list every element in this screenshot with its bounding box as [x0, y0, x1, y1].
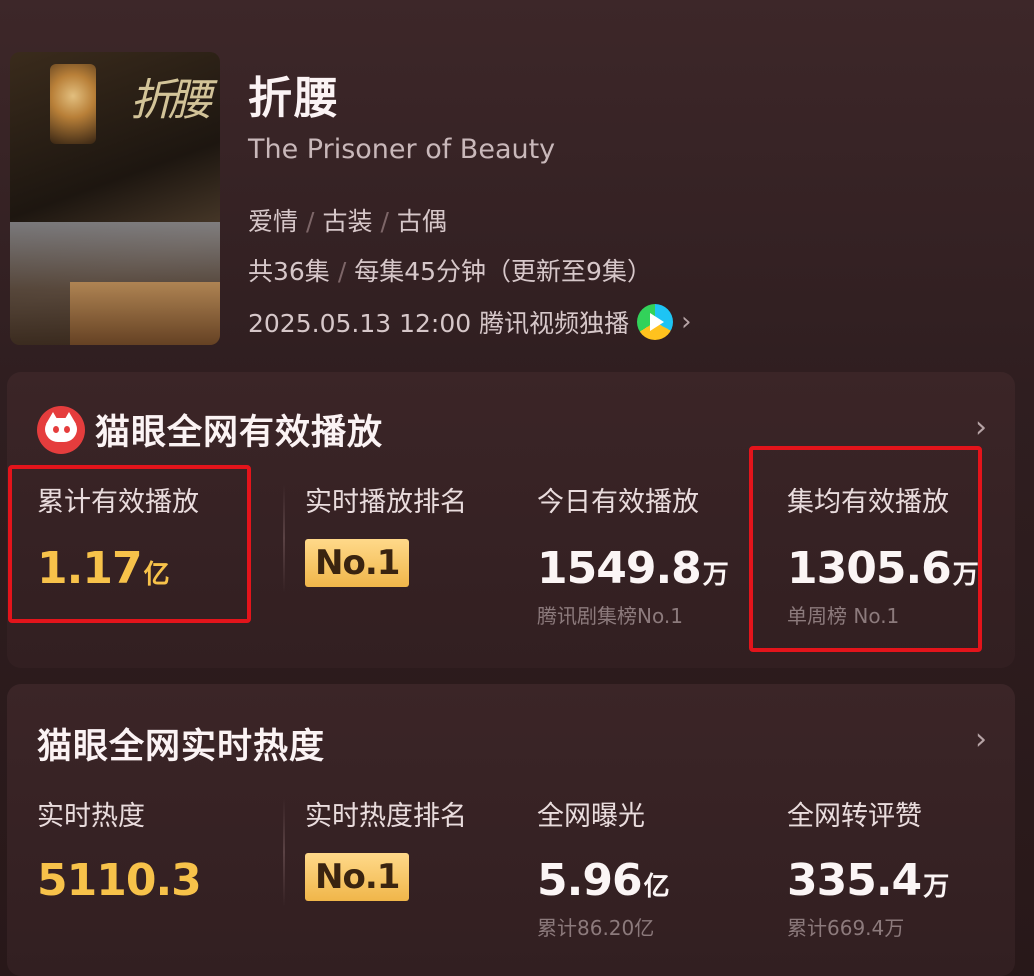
episode-duration: 每集45分钟（更新至9集） [354, 257, 652, 286]
stat-engagement: 全网转评赞 335.4万 累计669.4万 [787, 794, 949, 941]
release-row[interactable]: 2025.05.13 12:00 腾讯视频独播 › [248, 304, 692, 340]
maoyan-cat-icon [37, 405, 85, 454]
episode-count: 共36集 [248, 257, 330, 286]
stat-realtime-rank: 实时播放排名 No.1 [305, 480, 467, 587]
poster-image[interactable]: 折腰 [10, 52, 220, 345]
stat-heat-rank: 实时热度排名 No.1 [305, 794, 467, 901]
card-header: 猫眼全网有效播放 [37, 404, 383, 455]
stat-value: 1549.8万 [537, 543, 729, 594]
card-header: 猫眼全网实时热度 [37, 718, 325, 769]
poster-lamp [50, 64, 96, 144]
divider [283, 798, 285, 906]
poster-table [70, 282, 220, 345]
stat-subtext: 腾讯剧集榜No.1 [537, 604, 683, 628]
stat-label: 今日有效播放 [537, 487, 699, 518]
genre-tag: 古装 [322, 207, 373, 236]
stat-label: 实时播放排名 [305, 487, 467, 518]
stat-value: 5110.3 [37, 855, 202, 906]
card-title: 猫眼全网实时热度 [37, 727, 326, 767]
stat-label: 实时热度排名 [305, 801, 467, 832]
stat-value: 5.96亿 [537, 855, 670, 906]
stat-label: 实时热度 [37, 801, 145, 832]
stat-label: 全网转评赞 [787, 801, 922, 832]
rank-badge: No.1 [305, 853, 410, 901]
stat-value: 335.4万 [787, 855, 950, 906]
show-title: 折腰 [248, 73, 340, 124]
highlight-box-total [8, 465, 251, 623]
divider [283, 484, 285, 592]
stat-realtime-heat: 实时热度 5110.3 [37, 794, 202, 906]
stat-label: 全网曝光 [537, 801, 645, 832]
stat-today-playback: 今日有效播放 1549.8万 腾讯剧集榜No.1 [537, 480, 729, 629]
genre-tag: 爱情 [248, 207, 299, 236]
highlight-box-per-episode [749, 446, 982, 652]
heat-card[interactable]: 猫眼全网实时热度 › 实时热度 5110.3 实时热度排名 No.1 全网曝光 … [7, 684, 1015, 976]
genre-tag: 古偶 [396, 207, 447, 236]
chevron-right-icon[interactable]: › [975, 410, 987, 445]
separator: / [380, 207, 389, 236]
stat-subtext: 累计669.4万 [787, 916, 905, 940]
rank-badge: No.1 [305, 539, 410, 587]
tencent-video-logo-icon [637, 304, 674, 340]
chevron-right-icon[interactable]: › [975, 722, 987, 757]
genre-list: 爱情 / 古装 / 古偶 [248, 202, 447, 238]
separator: / [306, 207, 315, 236]
episode-info: 共36集 / 每集45分钟（更新至9集） [248, 252, 652, 288]
chevron-right-icon: › [681, 307, 692, 337]
poster-title-art: 折腰 [130, 75, 212, 126]
card-title: 猫眼全网有效播放 [95, 413, 384, 453]
page: 折腰 折腰 The Prisoner of Beauty 爱情 / 古装 / 古偶 共3… [0, 0, 1034, 976]
separator: / [337, 257, 347, 286]
stat-exposure: 全网曝光 5.96亿 累计86.20亿 [537, 794, 670, 941]
release-info: 2025.05.13 12:00 腾讯视频独播 [248, 309, 630, 338]
stat-subtext: 累计86.20亿 [537, 916, 655, 940]
show-english-title: The Prisoner of Beauty [248, 134, 556, 165]
